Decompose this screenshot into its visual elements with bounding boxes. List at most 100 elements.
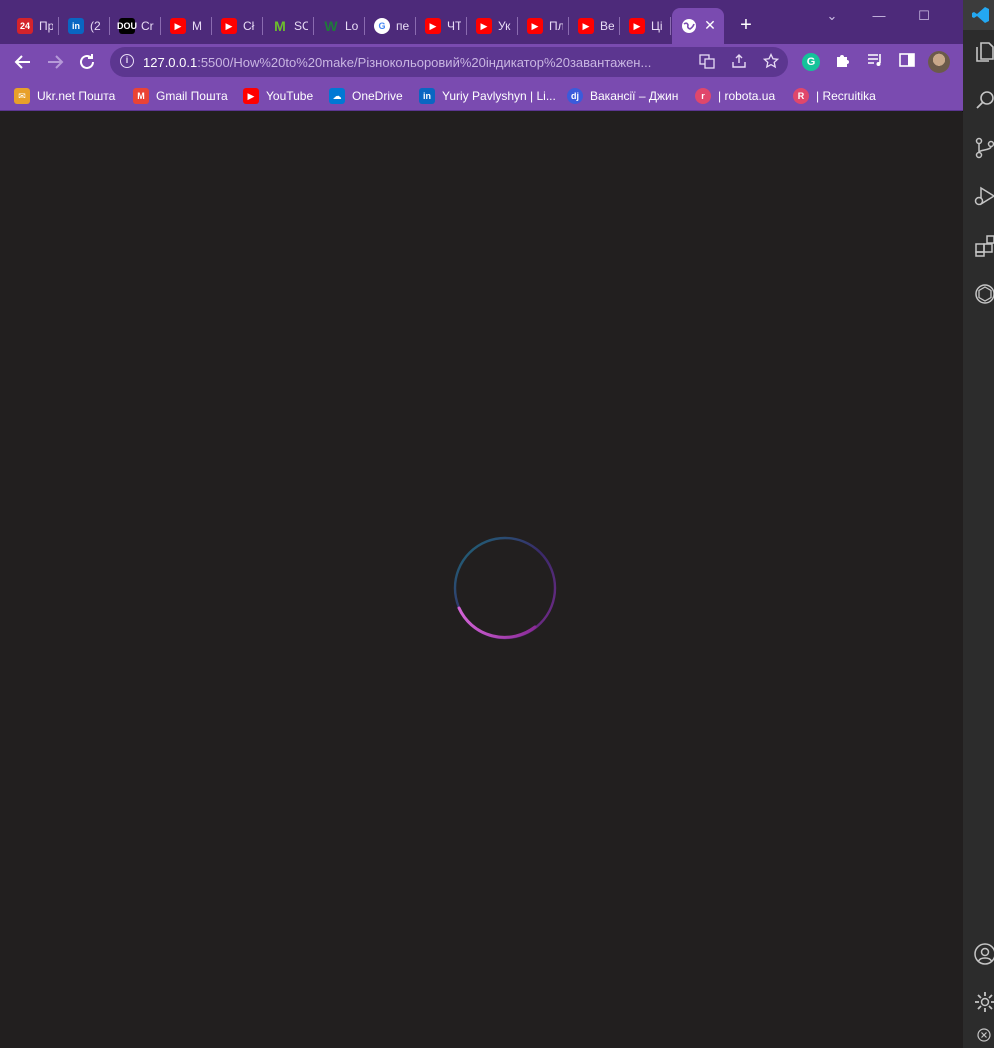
tab-favicon-icon: ▶ bbox=[476, 18, 492, 34]
tab-4[interactable]: ▶ M bbox=[161, 10, 209, 42]
maximize-button[interactable]: ☐ bbox=[909, 6, 939, 26]
tab-favicon-icon: ▶ bbox=[170, 18, 186, 34]
gmail-icon: M bbox=[133, 88, 149, 104]
reload-button[interactable] bbox=[75, 50, 99, 74]
tab-favicon-icon: DOU bbox=[117, 18, 137, 34]
bookmarks-bar: ✉ Ukr.net Пошта M Gmail Пошта ▶ YouTube ☁ OneDr… bbox=[0, 80, 963, 111]
run-debug-icon[interactable] bbox=[973, 184, 994, 208]
close-tab-icon[interactable]: ✕ bbox=[702, 17, 718, 33]
tab-6[interactable]: M SC bbox=[263, 10, 311, 42]
bookmark-label: YouTube bbox=[266, 89, 314, 103]
browser-toolbar: i 127.0.0.1:5500/How%20to%20make/Різноко… bbox=[0, 44, 963, 80]
tab-favicon-icon: ▶ bbox=[629, 18, 645, 34]
tab-title: Cr bbox=[141, 19, 154, 33]
tab-favicon-icon: ▶ bbox=[527, 18, 543, 34]
bookmark-item[interactable]: in Yuriy Pavlyshyn | Li... bbox=[419, 86, 556, 106]
tab-7[interactable]: W Lo bbox=[314, 10, 362, 42]
tab-favicon-icon: ▶ bbox=[578, 18, 594, 34]
tab-favicon-icon: in bbox=[68, 18, 84, 34]
tab-8[interactable]: Gпе bbox=[365, 10, 413, 42]
profile-avatar[interactable] bbox=[928, 51, 950, 73]
translate-icon[interactable] bbox=[698, 53, 716, 71]
tab-title: M bbox=[192, 19, 202, 33]
tab-10[interactable]: ▶ Ук bbox=[467, 10, 515, 42]
bookmark-item[interactable]: dj Вакансії – Джин bbox=[567, 86, 678, 106]
tab-11[interactable]: ▶ Пл bbox=[518, 10, 566, 42]
side-panel-icon[interactable] bbox=[896, 51, 918, 73]
settings-gear-icon[interactable] bbox=[973, 990, 994, 1014]
bookmark-item[interactable]: r | robota.ua bbox=[695, 86, 775, 106]
tab-2[interactable]: in (2 bbox=[59, 10, 107, 42]
spinner-arc bbox=[457, 606, 537, 639]
tab-title: Ук bbox=[498, 19, 511, 33]
tab-favicon-icon: 24 bbox=[17, 18, 33, 34]
vscode-title-area bbox=[963, 0, 994, 30]
forward-button[interactable] bbox=[43, 50, 67, 74]
grammarly-icon[interactable]: G bbox=[802, 53, 820, 71]
url-text[interactable]: 127.0.0.1:5500/How%20to%20make/Різноколь… bbox=[143, 55, 688, 70]
extensions-icon[interactable] bbox=[973, 234, 994, 258]
tab-title: (2 bbox=[90, 19, 101, 33]
address-bar[interactable]: i 127.0.0.1:5500/How%20to%20make/Різноко… bbox=[110, 47, 788, 77]
tab-active[interactable]: ✕ bbox=[672, 8, 724, 44]
tab-strip: 24 Пр in (2 DOU Cr ▶ M ▶ Cł M SC W Lo Gпе ▶ ЧТ ▶ Ук ▶ Пл ▶ Ве ▶… bbox=[0, 0, 963, 44]
bookmark-label: OneDrive bbox=[352, 89, 403, 103]
arrow-right-icon bbox=[48, 55, 64, 69]
tab-search-button[interactable]: ⌄ bbox=[817, 6, 847, 26]
djinni-icon: dj bbox=[567, 88, 583, 104]
arrow-left-icon bbox=[14, 55, 30, 69]
bookmark-item[interactable]: M Gmail Пошта bbox=[133, 86, 228, 106]
media-controls-icon[interactable] bbox=[864, 51, 886, 73]
explorer-icon[interactable] bbox=[973, 40, 994, 64]
tab-favicon-icon: ▶ bbox=[221, 18, 237, 34]
source-control-icon[interactable] bbox=[973, 136, 994, 160]
onedrive-icon: ☁ bbox=[329, 88, 345, 104]
tab-13[interactable]: ▶ Ці bbox=[620, 10, 668, 42]
bookmark-label: Gmail Пошта bbox=[156, 89, 228, 103]
bookmark-label: Yuriy Pavlyshyn | Li... bbox=[442, 89, 556, 103]
chatgpt-icon[interactable] bbox=[973, 282, 994, 306]
tab-title: Ве bbox=[600, 19, 614, 33]
page-content bbox=[0, 112, 963, 1048]
new-tab-button[interactable]: + bbox=[735, 14, 757, 36]
bookmark-label: | robota.ua bbox=[718, 89, 776, 103]
bookmark-item[interactable]: R | Recruitika bbox=[793, 86, 876, 106]
bookmark-label: | Recruitika bbox=[816, 89, 876, 103]
tab-title: Ці bbox=[651, 19, 663, 33]
vscode-logo-icon bbox=[972, 7, 989, 23]
search-icon[interactable] bbox=[973, 88, 994, 112]
tab-title: Пр bbox=[39, 19, 53, 33]
linkedin-icon: in bbox=[419, 88, 435, 104]
tab-5[interactable]: ▶ Cł bbox=[212, 10, 260, 42]
tab-favicon-icon: W bbox=[324, 18, 338, 34]
accounts-icon[interactable] bbox=[973, 942, 994, 966]
tab-12[interactable]: ▶ Ве bbox=[569, 10, 617, 42]
globe-icon bbox=[681, 18, 697, 34]
tab-3[interactable]: DOU Cr bbox=[110, 10, 158, 42]
tab-title: SC bbox=[294, 19, 308, 33]
tab-title: Cł bbox=[243, 19, 255, 33]
tab-separator bbox=[670, 17, 671, 35]
minimize-button[interactable]: — bbox=[864, 6, 894, 26]
site-info-icon[interactable]: i bbox=[120, 54, 134, 68]
tab-9[interactable]: ▶ ЧТ bbox=[416, 10, 464, 42]
share-icon[interactable] bbox=[730, 53, 748, 71]
tab-1[interactable]: 24 Пр bbox=[8, 10, 56, 42]
bookmark-item[interactable]: ☁ OneDrive bbox=[329, 86, 403, 106]
extensions-puzzle-icon[interactable] bbox=[832, 51, 854, 73]
bookmark-label: Вакансії – Джин bbox=[590, 89, 679, 103]
vscode-activity-bar bbox=[963, 0, 994, 1048]
youtube-icon: ▶ bbox=[243, 88, 259, 104]
bookmark-item[interactable]: ✉ Ukr.net Пошта bbox=[14, 86, 115, 106]
recruitika-icon: R bbox=[793, 88, 809, 104]
robota-icon: r bbox=[695, 88, 711, 104]
tab-favicon-icon: ▶ bbox=[425, 18, 441, 34]
tab-favicon-icon: M bbox=[274, 18, 286, 34]
bookmark-item[interactable]: ▶ YouTube bbox=[243, 86, 313, 106]
bookmark-star-icon[interactable] bbox=[762, 52, 780, 71]
close-notifications-icon[interactable] bbox=[977, 1028, 991, 1042]
back-button[interactable] bbox=[11, 50, 35, 74]
reload-icon bbox=[80, 54, 94, 69]
ukrnet-icon: ✉ bbox=[14, 88, 30, 104]
tab-title: Lo bbox=[345, 19, 359, 33]
